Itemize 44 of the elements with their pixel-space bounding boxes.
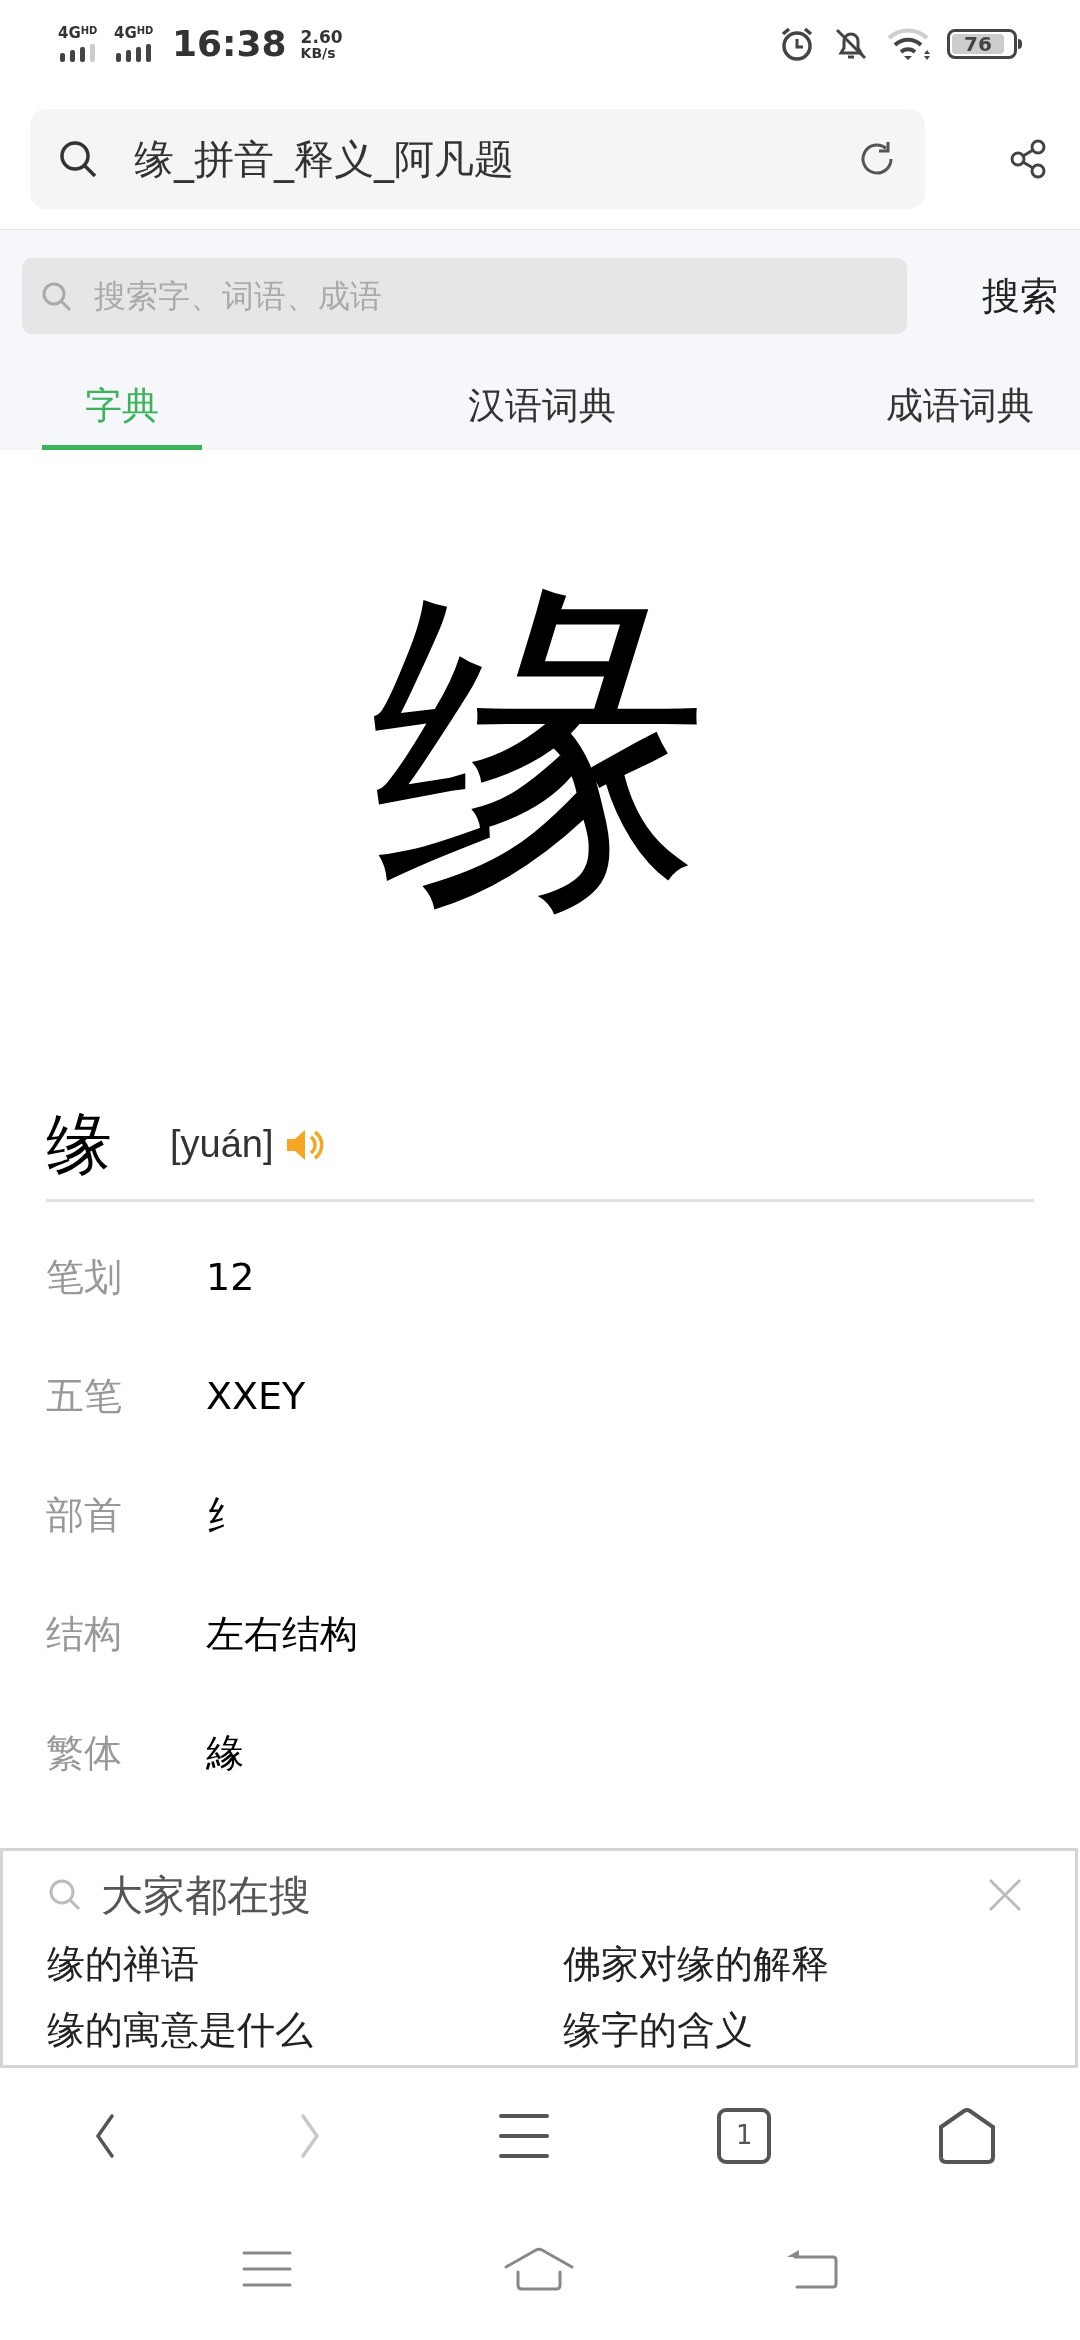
detail-label: 笔划 xyxy=(46,1254,123,1301)
entry-character: 缘 xyxy=(46,1105,112,1185)
search-button[interactable]: 搜索 xyxy=(982,267,1058,325)
tabs-button[interactable]: 1 xyxy=(717,2107,772,2164)
detail-label: 结构 xyxy=(46,1611,123,1658)
page-title: 缘_拼音_释义_阿凡题 xyxy=(134,134,515,185)
network-speed: 2.60 xyxy=(300,28,343,46)
clock-time: 16:38 xyxy=(172,22,287,66)
share-icon[interactable] xyxy=(1008,138,1048,179)
back-icon[interactable] xyxy=(785,2247,839,2291)
muted-bell-icon xyxy=(833,26,869,62)
detail-label: 五笔 xyxy=(46,1373,123,1420)
large-character: 缘 xyxy=(370,580,710,920)
home-icon[interactable] xyxy=(503,2247,575,2291)
detail-value: 纟 xyxy=(206,1492,244,1539)
hd-label: HD xyxy=(136,25,154,36)
search-icon xyxy=(40,280,72,312)
detail-value: 緣 xyxy=(206,1730,244,1777)
search-icon xyxy=(47,1877,83,1913)
search-suggestion[interactable]: 佛家对缘的解释 xyxy=(563,1931,1031,1997)
search-suggestion[interactable]: 缘字的含义 xyxy=(563,1997,1031,2063)
detail-value: XXEY xyxy=(206,1373,306,1420)
search-icon xyxy=(58,138,98,179)
alarm-clock-icon xyxy=(779,26,815,62)
detail-value: 12 xyxy=(206,1254,255,1301)
wifi-icon xyxy=(887,26,933,62)
home-icon[interactable] xyxy=(938,2106,997,2165)
detail-label: 部首 xyxy=(46,1492,123,1539)
detail-value: 左右结构 xyxy=(206,1611,358,1658)
panel-title: 大家都在搜 xyxy=(101,1869,312,1922)
menu-icon[interactable] xyxy=(241,2249,293,2289)
dictionary-tab[interactable]: 成语词典 xyxy=(882,366,1038,450)
network-type-label: 4G xyxy=(114,25,137,41)
network-type-label: 4G xyxy=(58,25,81,41)
battery-level: 76 xyxy=(964,34,992,54)
dictionary-tab[interactable]: 汉语词典 xyxy=(464,366,620,450)
hd-label: HD xyxy=(80,25,98,36)
search-suggestion[interactable]: 缘的禅语 xyxy=(47,1931,563,1997)
address-bar[interactable]: 缘_拼音_释义_阿凡题 xyxy=(30,108,925,209)
detail-label: 繁体 xyxy=(46,1730,123,1777)
pinyin-text: [yuán] xyxy=(170,1122,274,1167)
search-suggestion[interactable]: 缘的寓意是什么 xyxy=(47,1997,563,2063)
speed-unit: KB/s xyxy=(300,45,337,60)
search-field[interactable]: 搜索字、词语、成语 xyxy=(22,258,907,334)
